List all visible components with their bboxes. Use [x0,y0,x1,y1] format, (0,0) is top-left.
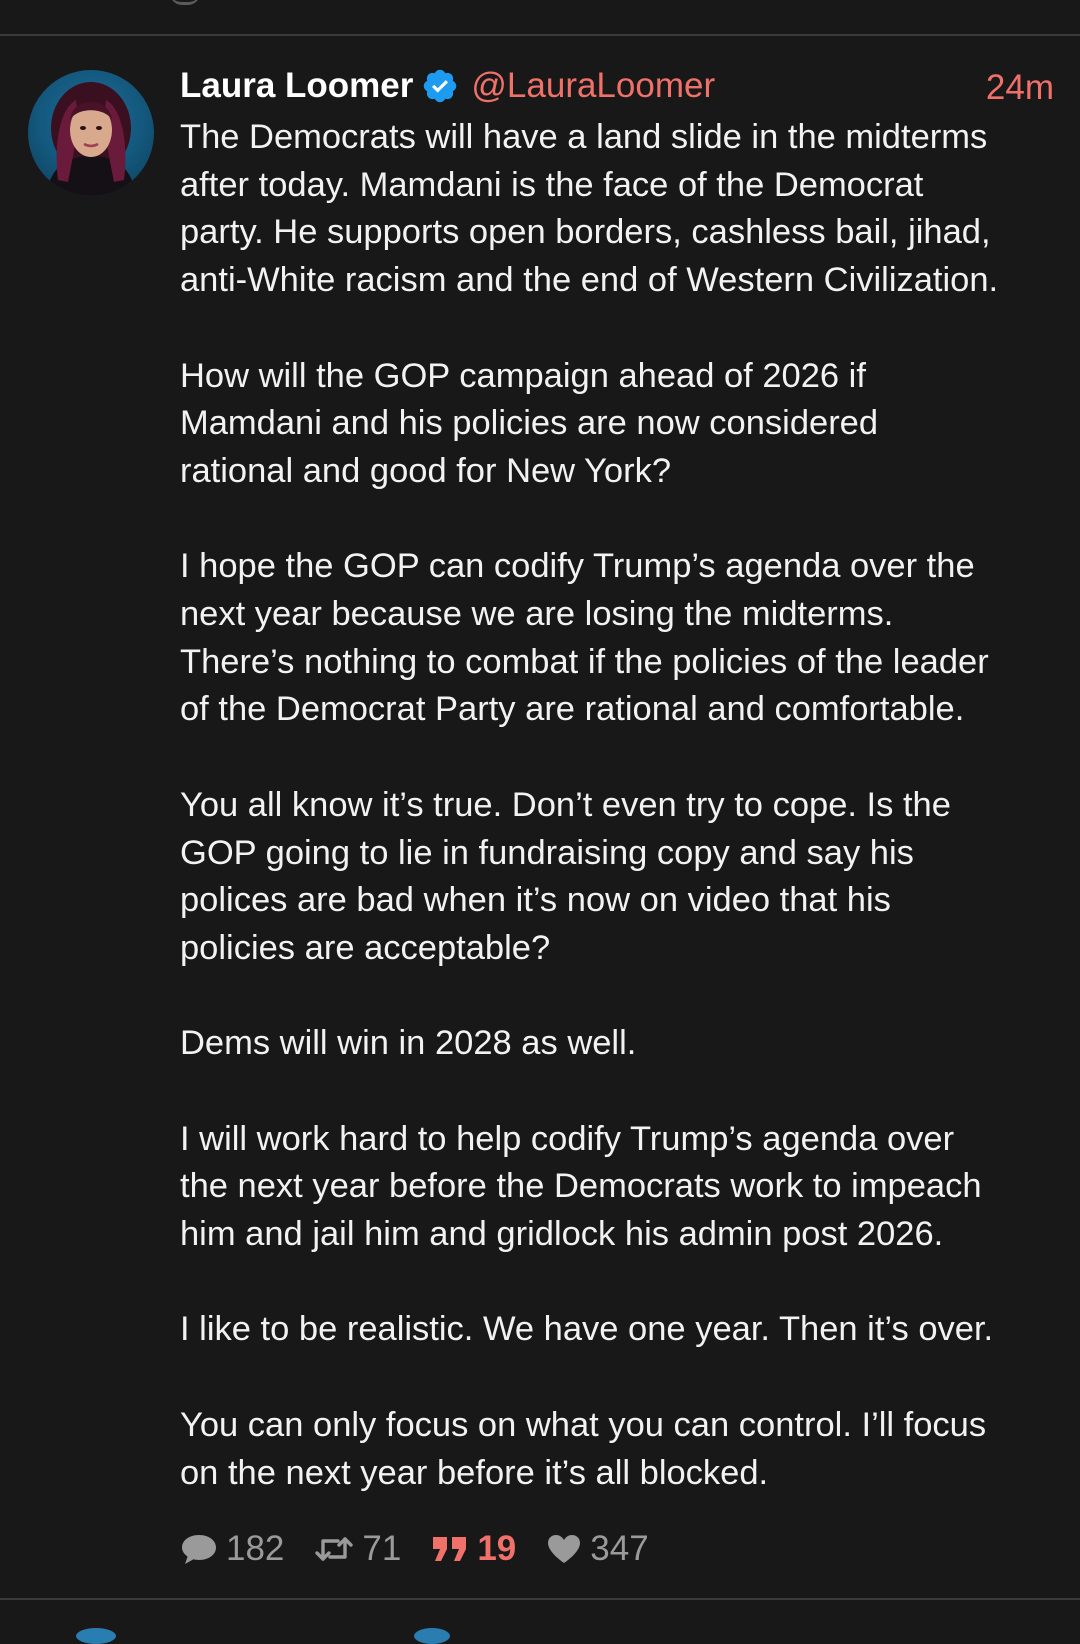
repost-arrows-icon [315,1537,354,1561]
post[interactable]: Laura Loomer @LauraLoomer 24m The Democr… [180,62,1054,1497]
paragraph: How will the GOP campaign ahead of 2026 … [180,353,1054,496]
post-actions: 182 71 19 347 [180,1524,679,1574]
repost-button[interactable]: 71 [314,1529,401,1569]
paragraph: I like to be realistic. We have one year… [180,1306,1054,1354]
next-verified-edge [414,1628,450,1644]
text-line: policies are acceptable? [180,928,551,967]
text-line: I will work hard to help codify Trump’s … [180,1119,955,1158]
heart-icon [548,1535,581,1563]
like-button[interactable]: 347 [546,1529,649,1569]
reply-button[interactable]: 182 [180,1529,284,1569]
text-line: of the Democrat Party are rational and c… [180,690,965,729]
text-line: I hope the GOP can codify Trump’s agenda… [180,547,975,586]
text-line: I like to be realistic. We have one year… [180,1310,994,1349]
quote-count: 19 [477,1529,517,1568]
speech-bubble-icon [182,1535,216,1564]
divider [0,34,1080,36]
paragraph: I will work hard to help codify Trump’s … [180,1116,1054,1259]
handle-link[interactable]: @LauraLoomer [471,66,715,106]
next-post-remnant [0,1628,1080,1644]
repost-count: 71 [362,1529,402,1568]
paragraph: I hope the GOP can codify Trump’s agenda… [180,543,1054,734]
text-line: There’s nothing to combat if the policie… [180,642,989,681]
text-line: You all know it’s true. Don’t even try t… [180,785,951,824]
text-line: on the next year before it’s all blocked… [180,1453,769,1492]
paragraph: Dems will win in 2028 as well. [180,1020,1054,1068]
paragraph: You all know it’s true. Don’t even try t… [180,782,1054,973]
text-line: How will the GOP campaign ahead of 2026 … [180,356,866,395]
text-line: polices are bad when it’s now on video t… [180,881,891,920]
text-line: Mamdani and his policies are now conside… [180,404,879,443]
post-body: The Democrats will have a land slide in … [180,114,1054,1497]
paragraph: You can only focus on what you can contr… [180,1402,1054,1497]
previous-post-remnant [170,0,200,5]
divider [0,1598,1080,1600]
text-line: You can only focus on what you can contr… [180,1405,987,1444]
text-line: party. He supports open borders, cashles… [180,213,991,252]
reply-count: 182 [226,1529,285,1568]
next-avatar-edge [76,1628,116,1644]
text-line: The Democrats will have a land slide in … [180,118,988,156]
text-line: rational and good for New York? [180,451,672,490]
avatar[interactable] [28,70,154,196]
like-count: 347 [590,1529,649,1568]
paragraph: The Democrats will have a land slide in … [180,114,1054,305]
avatar-portrait-icon [46,82,136,196]
display-name[interactable]: Laura Loomer [180,66,413,106]
quote-button[interactable]: 19 [431,1529,516,1569]
text-line: him and jail him and gridlock his admin … [180,1215,944,1254]
text-line: GOP going to lie in fundraising copy and… [180,833,914,872]
text-line: anti-White racism and the end of Western… [180,261,999,300]
text-line: the next year before the Democrats work … [180,1167,982,1206]
verified-badge-icon [421,67,459,105]
timestamp[interactable]: 24m [986,68,1054,108]
text-line: next year because we are losing the midt… [180,595,894,633]
quote-marks-icon [433,1537,467,1561]
post-header: Laura Loomer @LauraLoomer 24m [180,62,1054,110]
text-line: Dems will win in 2028 as well. [180,1024,637,1063]
text-line: after today. Mamdani is the face of the … [180,165,924,204]
